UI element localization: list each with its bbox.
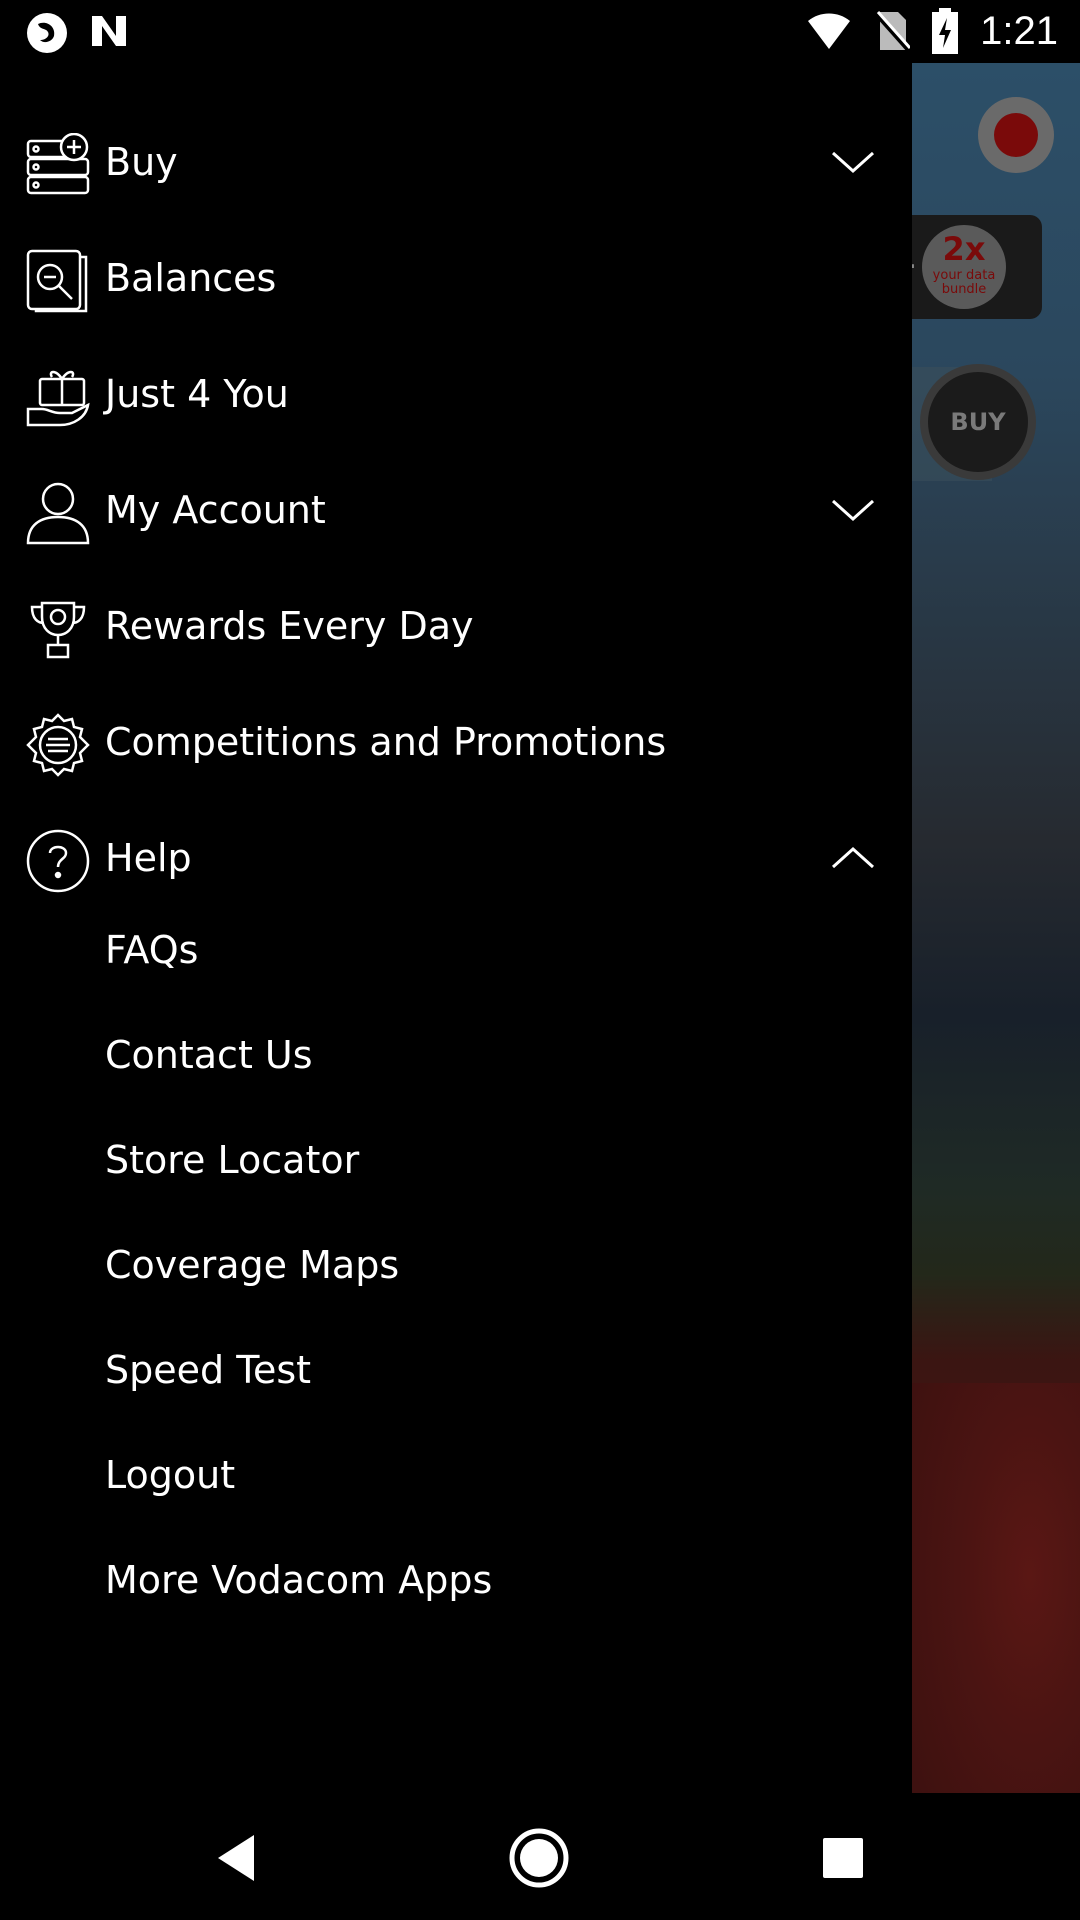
submenu-item-faqs[interactable]: FAQs: [0, 911, 912, 991]
back-icon[interactable]: [202, 1823, 272, 1893]
submenu-item-more-vodacom-apps[interactable]: More Vodacom Apps: [0, 1541, 912, 1621]
promo-badge-small: your data bundle: [932, 268, 996, 297]
system-nav-bar: [0, 1793, 1080, 1920]
menu-label-just-4-you: Just 4 You: [105, 372, 289, 416]
menu-item-competitions-and-promotions[interactable]: Competitions and Promotions: [0, 695, 912, 795]
promo-badge-big: 2x: [942, 230, 986, 268]
vodacom-logo: [978, 97, 1054, 173]
chevron-up-icon[interactable]: [830, 843, 876, 873]
submenu-label: Store Locator: [105, 1138, 360, 1182]
no-sim-icon: [874, 11, 911, 52]
menu-item-buy[interactable]: Buy: [0, 115, 912, 215]
buy-fab: BUY: [920, 364, 1036, 480]
submenu-item-contact-us[interactable]: Contact Us: [0, 1016, 912, 1096]
promo-text: s.: [912, 241, 917, 276]
menu-label-buy: Buy: [105, 140, 178, 184]
menu-item-balances[interactable]: Balances: [0, 231, 912, 331]
menu-label-help: Help: [105, 836, 192, 880]
submenu-label: Logout: [105, 1453, 236, 1497]
menu-item-just-4-you[interactable]: Just 4 You: [0, 347, 912, 447]
submenu-item-speed-test[interactable]: Speed Test: [0, 1331, 912, 1411]
flower-image: [912, 1383, 1080, 1793]
menu-label-competitions-and-promotions: Competitions and Promotions: [105, 720, 667, 764]
menu-label-my-account: My Account: [105, 488, 326, 532]
submenu-item-store-locator[interactable]: Store Locator: [0, 1121, 912, 1201]
menu-item-help[interactable]: Help: [0, 811, 912, 911]
navigation-drawer: Buy Balances Just 4 You My Account Rewar…: [0, 63, 912, 1793]
buy-list-add-icon: [26, 133, 90, 195]
submenu-item-logout[interactable]: Logout: [0, 1436, 912, 1516]
chevron-down-icon[interactable]: [830, 147, 876, 177]
chevron-down-icon[interactable]: [830, 495, 876, 525]
trophy-icon: [30, 601, 86, 659]
badge-seal-icon: [26, 713, 90, 777]
gift-hand-icon: [26, 370, 90, 427]
n-notification-icon: [92, 16, 126, 46]
firefox-icon: [27, 13, 67, 53]
promo-badge: 2x your data bundle: [922, 225, 1006, 309]
submenu-label: More Vodacom Apps: [105, 1558, 493, 1602]
help-circle-icon: [26, 829, 90, 893]
submenu-item-coverage-maps[interactable]: Coverage Maps: [0, 1226, 912, 1306]
submenu-label: Coverage Maps: [105, 1243, 400, 1287]
menu-item-my-account[interactable]: My Account: [0, 463, 912, 563]
promo-banner: s. 2x your data bundle: [912, 215, 1042, 319]
clock: 1:21: [980, 8, 1058, 53]
home-icon[interactable]: [504, 1823, 574, 1893]
menu-label-rewards-every-day: Rewards Every Day: [105, 604, 474, 648]
recents-icon[interactable]: [808, 1823, 878, 1893]
status-bar: 1:21: [0, 0, 1080, 63]
battery-charging-icon: [932, 8, 959, 54]
user-icon: [26, 482, 90, 545]
balances-search-icon: [26, 249, 88, 313]
menu-label-balances: Balances: [105, 256, 277, 300]
submenu-label: Speed Test: [105, 1348, 312, 1392]
wifi-icon: [808, 13, 851, 49]
background-app-content: s. 2x your data bundle BUY: [912, 63, 1080, 1793]
submenu-label: FAQs: [105, 928, 199, 972]
menu-item-rewards-every-day[interactable]: Rewards Every Day: [0, 579, 912, 679]
submenu-label: Contact Us: [105, 1033, 313, 1077]
